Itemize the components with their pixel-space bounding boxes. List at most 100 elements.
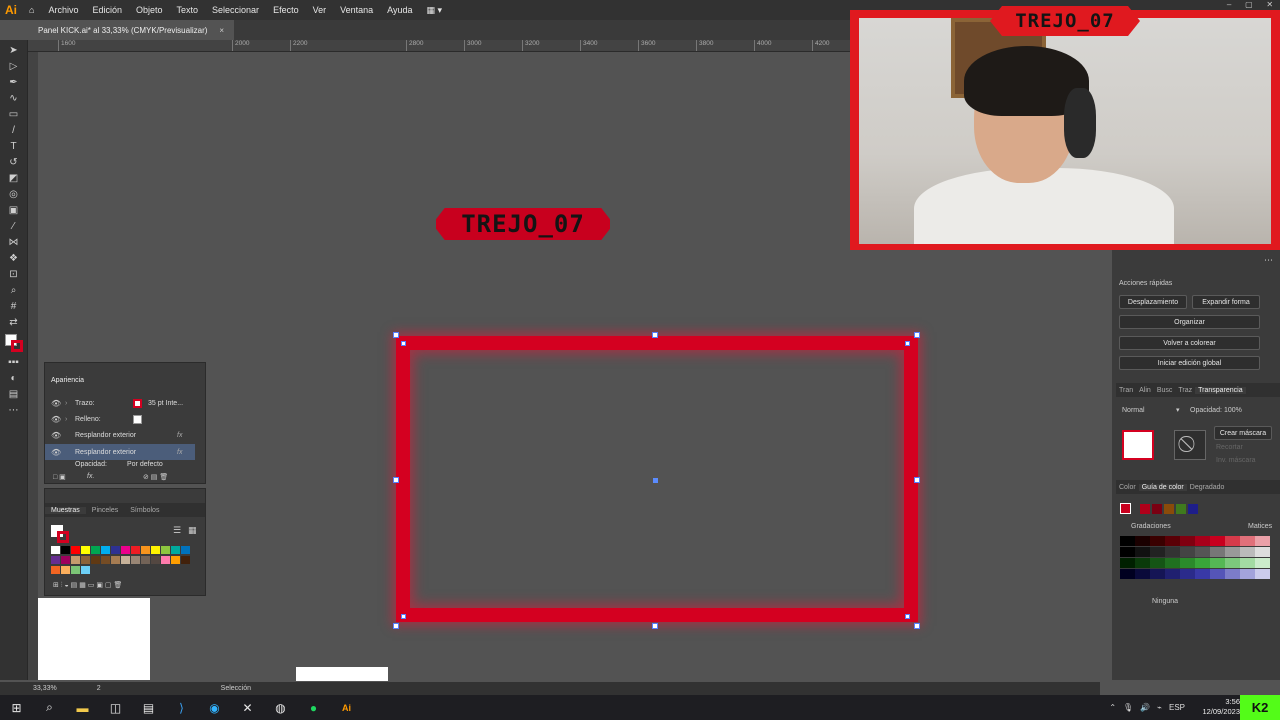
minimize-icon[interactable]: –: [1227, 0, 1231, 10]
color-guide-swatch[interactable]: [1195, 558, 1210, 568]
color-guide-swatch[interactable]: [1195, 536, 1210, 546]
draw-mode-icon[interactable]: ◐: [6, 372, 21, 385]
color-swatch[interactable]: [61, 566, 70, 574]
volver-colorear-button[interactable]: Volver a colorear: [1119, 336, 1260, 350]
volume-icon[interactable]: 🔊: [1140, 703, 1150, 712]
invertir-mascara-checkbox[interactable]: Inv. máscara: [1216, 457, 1256, 464]
selection-handle[interactable]: [393, 623, 399, 629]
color-swatch[interactable]: [101, 546, 110, 554]
color-swatch[interactable]: [121, 556, 130, 564]
appearance-row-glow-selected[interactable]: 👁 Resplandor exterior fx: [45, 444, 195, 460]
color-mode-icons[interactable]: ▪▪▪: [6, 356, 21, 369]
panel-footer-icons[interactable]: ⊘ ▤ 🗑: [143, 473, 168, 481]
selection-tool-icon[interactable]: ➤: [6, 44, 21, 57]
color-swatch[interactable]: [171, 556, 180, 564]
color-guide-swatch[interactable]: [1255, 547, 1270, 557]
color-guide-swatch[interactable]: [1180, 536, 1195, 546]
zoom-level[interactable]: 33,33%: [33, 685, 57, 692]
artboard-fragment[interactable]: [38, 598, 150, 680]
tab-alinear[interactable]: Alin: [1136, 387, 1154, 394]
chevron-right-icon[interactable]: ›: [65, 400, 75, 407]
tab-muestras[interactable]: Muestras: [45, 506, 86, 514]
screenshot-tool-icon[interactable]: ◫: [99, 695, 132, 720]
color-guide-swatch[interactable]: [1120, 547, 1135, 557]
color-guide-swatch[interactable]: [1210, 558, 1225, 568]
appearance-row-opacidad[interactable]: Opacidad: Por defecto: [45, 459, 195, 469]
close-tab-icon[interactable]: ×: [219, 26, 224, 35]
brush-tool-icon[interactable]: /: [6, 124, 21, 137]
maximize-icon[interactable]: ▢: [1245, 0, 1253, 10]
home-icon[interactable]: ⌂: [22, 5, 41, 15]
shape-builder-tool-icon[interactable]: ◎: [6, 188, 21, 201]
color-swatch[interactable]: [171, 546, 180, 554]
color-guide-swatch[interactable]: [1240, 536, 1255, 546]
color-swatch[interactable]: [151, 546, 160, 554]
color-swatch[interactable]: [71, 566, 80, 574]
vscode-icon[interactable]: ⟩: [165, 695, 198, 720]
selection-handle[interactable]: [393, 332, 399, 338]
edicion-global-button[interactable]: Iniciar edición global: [1119, 356, 1260, 370]
curvature-tool-icon[interactable]: ∿: [6, 92, 21, 105]
tab-trazo[interactable]: Traz: [1175, 387, 1195, 394]
opacity-value[interactable]: 100%: [1224, 407, 1242, 414]
color-guide-swatch[interactable]: [1165, 536, 1180, 546]
direct-selection-tool-icon[interactable]: ▷: [6, 60, 21, 73]
chevron-down-icon[interactable]: ▾: [1176, 406, 1180, 414]
color-swatch[interactable]: [81, 556, 90, 564]
menu-ventana[interactable]: Ventana: [333, 5, 380, 15]
blend-mode-select[interactable]: Normal: [1122, 407, 1145, 414]
color-guide-swatch[interactable]: [1225, 536, 1240, 546]
eye-icon[interactable]: 👁: [51, 415, 61, 424]
color-swatch[interactable]: [71, 556, 80, 564]
color-guide-swatch[interactable]: [1225, 558, 1240, 568]
color-guide-swatch[interactable]: [1195, 547, 1210, 557]
eyedropper-tool-icon[interactable]: ⁄: [6, 220, 21, 233]
tab-buscatrazos[interactable]: Busc: [1154, 387, 1176, 394]
color-guide-swatch[interactable]: [1195, 569, 1210, 579]
color-swatch[interactable]: [51, 556, 60, 564]
color-swatch[interactable]: [61, 556, 70, 564]
color-swatch[interactable]: [121, 546, 130, 554]
color-guide-swatch[interactable]: [1210, 547, 1225, 557]
pen-tool-icon[interactable]: ✒: [6, 76, 21, 89]
harmony-swatch[interactable]: [1152, 504, 1162, 514]
expandir-forma-button[interactable]: Expandir forma: [1192, 295, 1260, 309]
eye-icon[interactable]: 👁: [51, 399, 61, 408]
gradient-tool-icon[interactable]: ▣: [6, 204, 21, 217]
stroke-swatch-preview[interactable]: [57, 531, 69, 543]
color-guide-swatch[interactable]: [1210, 569, 1225, 579]
color-swatch[interactable]: [141, 556, 150, 564]
menu-seleccionar[interactable]: Seleccionar: [205, 5, 266, 15]
row-label[interactable]: Resplandor exterior: [75, 432, 177, 439]
color-swatch[interactable]: [151, 556, 160, 564]
selection-handle[interactable]: [393, 477, 399, 483]
symbol-sprayer-icon[interactable]: ❖: [6, 252, 21, 265]
mask-thumbnail[interactable]: [1122, 430, 1154, 460]
color-guide-swatch[interactable]: [1120, 558, 1135, 568]
workspace-switcher-icon[interactable]: ▦ ▾: [420, 5, 450, 16]
color-swatch[interactable]: [101, 556, 110, 564]
color-swatch[interactable]: [111, 546, 120, 554]
tab-guia-color[interactable]: Guía de color: [1138, 483, 1187, 491]
color-guide-swatch[interactable]: [1225, 547, 1240, 557]
close-window-icon[interactable]: ✕: [1266, 0, 1273, 10]
eye-icon[interactable]: 👁: [51, 448, 61, 457]
selection-handle[interactable]: [914, 477, 920, 483]
no-mask-icon[interactable]: ⃠: [1174, 430, 1206, 460]
tab-pinceles[interactable]: Pinceles: [86, 507, 124, 514]
tab-transformar[interactable]: Tran: [1116, 387, 1136, 394]
add-effect-icon[interactable]: fx.: [87, 473, 94, 480]
tab-simbolos[interactable]: Símbolos: [124, 507, 165, 514]
harmony-swatch[interactable]: [1176, 504, 1186, 514]
artboard-tool-icon[interactable]: ⊡: [6, 268, 21, 281]
zoom-tool-icon[interactable]: ⌕: [6, 284, 21, 297]
eye-icon[interactable]: 👁: [51, 431, 61, 440]
color-guide-swatch[interactable]: [1180, 569, 1195, 579]
color-swatch[interactable]: [161, 546, 170, 554]
color-guide-swatch[interactable]: [1240, 547, 1255, 557]
white-rectangle-artwork[interactable]: [296, 667, 388, 681]
list-view-icon[interactable]: ☰: [173, 525, 181, 536]
vertical-ruler[interactable]: [28, 52, 38, 680]
clock[interactable]: 3:56 12/09/2023: [1202, 697, 1240, 717]
color-swatch[interactable]: [51, 566, 60, 574]
